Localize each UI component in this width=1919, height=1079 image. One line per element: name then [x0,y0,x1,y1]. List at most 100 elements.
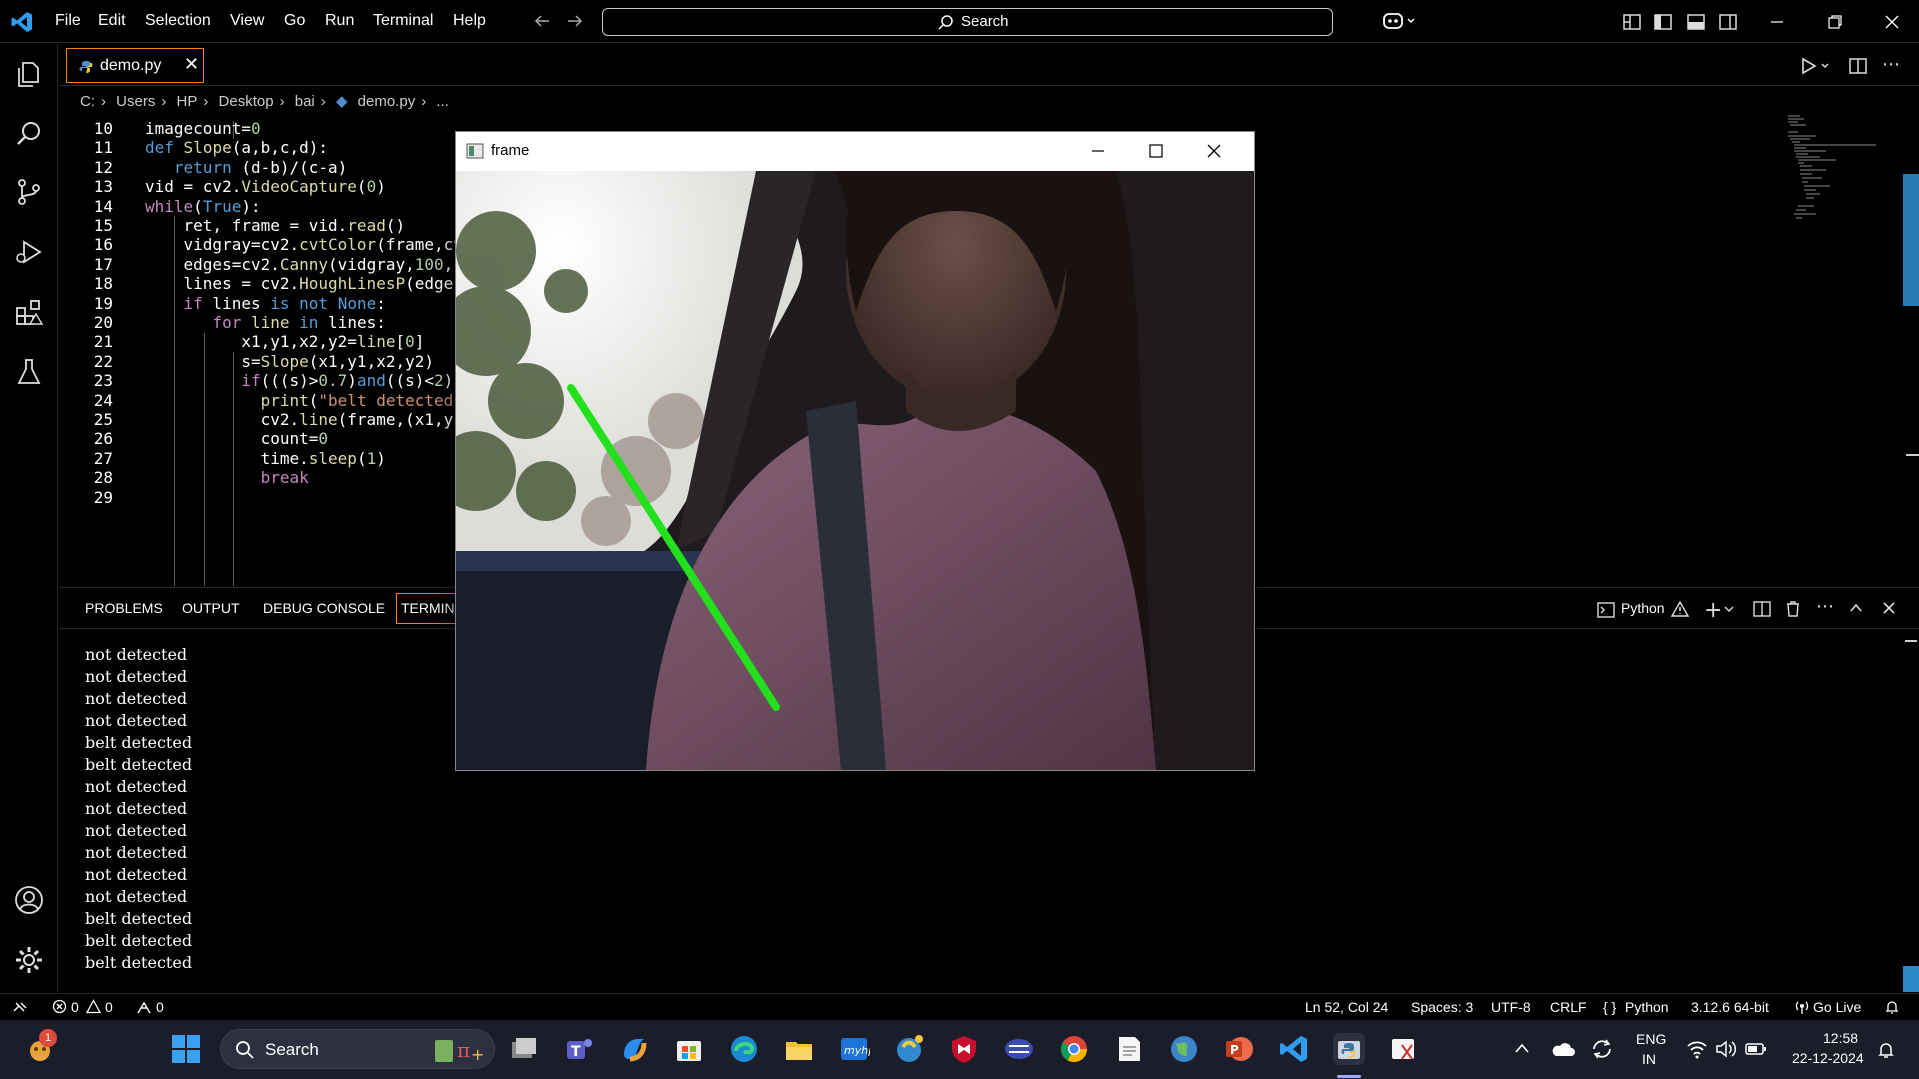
breadcrumb-symbol[interactable]: ... [436,93,449,110]
breadcrumb-drive[interactable]: C: [80,93,95,110]
input-region[interactable]: IN [1642,1051,1656,1067]
accounts-icon[interactable] [13,884,45,916]
notifications-bell-icon[interactable] [1884,999,1900,1015]
explorer-icon[interactable] [13,58,45,90]
edge-icon[interactable] [728,1033,760,1065]
testing-flask-icon[interactable] [13,356,45,388]
menu-terminal[interactable]: Terminal [373,12,433,30]
input-language[interactable]: ENG [1636,1031,1666,1047]
notepad-icon[interactable] [1113,1033,1145,1065]
menu-help[interactable]: Help [453,12,486,30]
split-editor-icon[interactable] [1848,56,1868,76]
tab-debug-console[interactable]: DEBUG CONSOLE [263,600,385,616]
menu-selection[interactable]: Selection [145,12,211,30]
volume-icon[interactable] [1715,1039,1737,1059]
breadcrumb-bai[interactable]: bai [295,93,315,110]
close-panel-icon[interactable] [1881,600,1897,616]
tab-problems[interactable]: PROBLEMS [85,600,163,616]
split-terminal-icon[interactable] [1753,600,1771,618]
breadcrumb-file[interactable]: demo.py [358,93,416,110]
mcafee-icon[interactable] [948,1033,980,1065]
menu-run[interactable]: Run [325,12,354,30]
frame-minimize-icon[interactable] [1088,141,1108,161]
toggle-primary-sidebar-icon[interactable] [1653,12,1673,32]
tab-demo-py[interactable]: demo.py ✕ [66,48,204,83]
onedrive-cloud-icon[interactable] [1550,1040,1576,1058]
breadcrumb-desktop[interactable]: Desktop [219,93,274,110]
ports-count[interactable]: 0 [156,999,164,1015]
teams-icon[interactable]: T [563,1033,595,1065]
minimap[interactable] [1786,114,1886,224]
editor-scrollbar-thumb[interactable] [1903,174,1919,306]
more-actions-icon[interactable]: ⋯ [1882,54,1900,75]
menu-view[interactable]: View [230,12,264,30]
language-mode[interactable]: Python [1625,999,1669,1015]
wifi-icon[interactable] [1686,1039,1708,1059]
file-explorer-icon[interactable] [783,1033,815,1065]
snipping-tool-icon[interactable] [1388,1033,1420,1065]
breadcrumb-hp[interactable]: HP [177,93,198,110]
close-icon[interactable] [1882,12,1902,32]
forward-arrow-icon[interactable] [565,11,585,31]
frame-close-icon[interactable] [1204,141,1224,161]
vscode-taskbar-icon[interactable] [1278,1033,1310,1065]
toggle-panel-icon[interactable] [1686,12,1706,32]
minimize-icon[interactable] [1767,12,1787,32]
globe-app-icon[interactable] [1168,1033,1200,1065]
python-launcher-icon[interactable] [1333,1033,1365,1065]
myhp-icon[interactable]: myhp [838,1033,870,1065]
manage-gear-icon[interactable] [13,944,45,976]
clock-time[interactable]: 12:58 [1823,1030,1858,1046]
line-ending[interactable]: CRLF [1550,999,1587,1015]
warning-count[interactable]: 0 [105,999,113,1015]
chevron-down-icon[interactable] [1723,603,1735,615]
back-arrow-icon[interactable] [532,11,552,31]
notification-center-bell-icon[interactable] [1876,1040,1896,1060]
extensions-icon[interactable] [13,296,45,328]
battery-icon[interactable] [1745,1041,1767,1057]
more-actions-icon[interactable]: ⋯ [1816,596,1834,617]
tab-output[interactable]: OUTPUT [182,600,240,616]
terminal-kind-label[interactable]: Python [1621,600,1665,616]
command-center-search[interactable]: Search [602,8,1333,36]
remote-icon[interactable] [12,999,28,1015]
cursor-position[interactable]: Ln 52, Col 24 [1305,999,1388,1015]
restore-icon[interactable] [1825,12,1845,32]
windows-start-icon[interactable] [170,1033,202,1065]
indentation[interactable]: Spaces: 3 [1411,999,1473,1015]
sync-icon[interactable] [1590,1038,1614,1060]
menu-edit[interactable]: Edit [98,12,126,30]
new-terminal-icon[interactable]: + [1704,598,1722,623]
copilot-icon[interactable] [1382,10,1418,32]
microsoft-store-icon[interactable] [673,1033,705,1065]
run-debug-icon[interactable] [13,236,45,268]
menu-go[interactable]: Go [284,12,305,30]
copilot-app-icon[interactable] [618,1033,650,1065]
task-view-icon[interactable] [508,1033,540,1065]
search-icon [235,1040,255,1060]
run-python-file-icon[interactable] [1800,56,1834,76]
search-icon[interactable] [13,118,45,150]
frame-window[interactable]: frame [455,131,1255,771]
show-hidden-icons-chevron-up-icon[interactable] [1514,1042,1530,1054]
python-idle-icon[interactable] [893,1033,925,1065]
clock-date[interactable]: 22-12-2024 [1792,1050,1864,1066]
powerpoint-icon[interactable]: P [1223,1033,1255,1065]
frame-maximize-icon[interactable] [1146,141,1166,161]
encoding[interactable]: UTF-8 [1491,999,1531,1015]
tab-close-icon[interactable]: ✕ [184,54,199,75]
error-count[interactable]: 0 [71,999,79,1015]
app-equal-icon[interactable] [1003,1033,1035,1065]
trash-icon[interactable] [1784,600,1802,618]
chrome-icon[interactable] [1058,1033,1090,1065]
go-live-button[interactable]: Go Live [1813,999,1861,1015]
source-control-icon[interactable] [13,176,45,208]
terminal-scrollbar-thumb[interactable] [1903,966,1919,992]
toggle-secondary-sidebar-icon[interactable] [1718,12,1738,32]
python-interpreter[interactable]: 3.12.6 64-bit [1691,999,1769,1015]
maximize-panel-chevron-up-icon[interactable] [1849,601,1863,615]
breadcrumb-users[interactable]: Users [116,93,155,110]
taskbar-search-box[interactable]: Search π + [220,1029,495,1069]
menu-file[interactable]: File [55,12,81,30]
customize-layout-icon[interactable] [1622,12,1642,32]
